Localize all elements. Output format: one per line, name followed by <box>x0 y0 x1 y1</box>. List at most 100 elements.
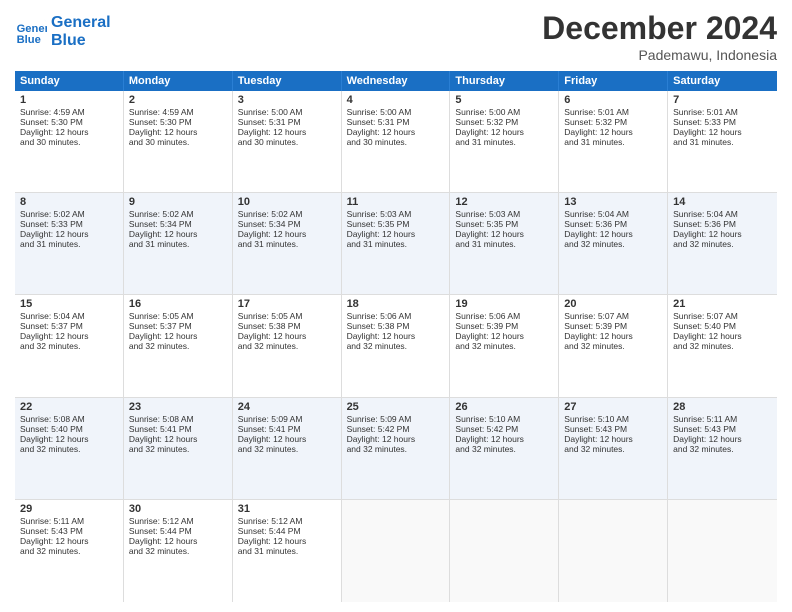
day-info-line: Sunset: 5:34 PM <box>129 219 227 229</box>
day-info-line: Sunset: 5:31 PM <box>347 117 445 127</box>
day-cell-20: 20Sunrise: 5:07 AMSunset: 5:39 PMDayligh… <box>559 295 668 396</box>
day-info-line: and 31 minutes. <box>673 137 772 147</box>
day-info-line: Daylight: 12 hours <box>455 434 553 444</box>
day-info-line: Daylight: 12 hours <box>238 127 336 137</box>
day-info-line: and 32 minutes. <box>20 444 118 454</box>
day-info-line: and 32 minutes. <box>347 341 445 351</box>
day-info-line: and 32 minutes. <box>238 444 336 454</box>
day-info-line: and 31 minutes. <box>455 239 553 249</box>
day-info-line: Sunset: 5:40 PM <box>673 321 772 331</box>
day-info-line: Sunrise: 5:09 AM <box>238 414 336 424</box>
day-info-line: Sunrise: 5:02 AM <box>238 209 336 219</box>
empty-cell <box>342 500 451 602</box>
day-number: 7 <box>673 94 772 106</box>
day-info-line: Daylight: 12 hours <box>455 229 553 239</box>
empty-cell <box>668 500 777 602</box>
day-cell-6: 6Sunrise: 5:01 AMSunset: 5:32 PMDaylight… <box>559 91 668 192</box>
calendar-row-4: 22Sunrise: 5:08 AMSunset: 5:40 PMDayligh… <box>15 398 777 500</box>
day-cell-13: 13Sunrise: 5:04 AMSunset: 5:36 PMDayligh… <box>559 193 668 294</box>
day-info-line: Daylight: 12 hours <box>347 331 445 341</box>
day-info-line: Sunset: 5:44 PM <box>129 526 227 536</box>
day-info-line: and 31 minutes. <box>20 239 118 249</box>
day-info-line: Sunset: 5:30 PM <box>129 117 227 127</box>
day-info-line: Sunrise: 5:03 AM <box>455 209 553 219</box>
title-block: December 2024 Pademawu, Indonesia <box>542 10 777 63</box>
day-number: 22 <box>20 401 118 413</box>
day-info-line: Daylight: 12 hours <box>455 331 553 341</box>
day-info-line: Sunset: 5:38 PM <box>347 321 445 331</box>
calendar-row-3: 15Sunrise: 5:04 AMSunset: 5:37 PMDayligh… <box>15 295 777 397</box>
day-info-line: and 32 minutes. <box>129 444 227 454</box>
day-number: 14 <box>673 196 772 208</box>
day-info-line: Sunset: 5:37 PM <box>129 321 227 331</box>
day-info-line: and 31 minutes. <box>564 137 662 147</box>
day-cell-29: 29Sunrise: 5:11 AMSunset: 5:43 PMDayligh… <box>15 500 124 602</box>
day-cell-9: 9Sunrise: 5:02 AMSunset: 5:34 PMDaylight… <box>124 193 233 294</box>
day-info-line: Sunset: 5:43 PM <box>564 424 662 434</box>
day-cell-11: 11Sunrise: 5:03 AMSunset: 5:35 PMDayligh… <box>342 193 451 294</box>
day-info-line: Daylight: 12 hours <box>455 127 553 137</box>
day-info-line: and 31 minutes. <box>238 239 336 249</box>
day-info-line: Sunrise: 5:11 AM <box>20 516 118 526</box>
day-info-line: Sunrise: 5:01 AM <box>673 107 772 117</box>
day-number: 26 <box>455 401 553 413</box>
day-info-line: Sunrise: 5:09 AM <box>347 414 445 424</box>
day-info-line: Sunrise: 5:02 AM <box>129 209 227 219</box>
day-number: 3 <box>238 94 336 106</box>
day-cell-30: 30Sunrise: 5:12 AMSunset: 5:44 PMDayligh… <box>124 500 233 602</box>
day-info-line: Sunset: 5:40 PM <box>20 424 118 434</box>
day-info-line: Daylight: 12 hours <box>129 229 227 239</box>
day-info-line: Sunrise: 5:02 AM <box>20 209 118 219</box>
svg-text:Blue: Blue <box>17 34 41 46</box>
day-number: 9 <box>129 196 227 208</box>
day-info-line: Daylight: 12 hours <box>20 331 118 341</box>
header-day-saturday: Saturday <box>668 71 777 91</box>
header-day-sunday: Sunday <box>15 71 124 91</box>
day-info-line: Sunrise: 4:59 AM <box>20 107 118 117</box>
day-info-line: Daylight: 12 hours <box>238 434 336 444</box>
day-info-line: and 30 minutes. <box>20 137 118 147</box>
day-cell-5: 5Sunrise: 5:00 AMSunset: 5:32 PMDaylight… <box>450 91 559 192</box>
logo-icon: General Blue <box>15 16 47 48</box>
day-info-line: and 32 minutes. <box>564 444 662 454</box>
day-number: 11 <box>347 196 445 208</box>
day-cell-25: 25Sunrise: 5:09 AMSunset: 5:42 PMDayligh… <box>342 398 451 499</box>
calendar: SundayMondayTuesdayWednesdayThursdayFrid… <box>15 71 777 602</box>
calendar-row-2: 8Sunrise: 5:02 AMSunset: 5:33 PMDaylight… <box>15 193 777 295</box>
page: General Blue General Blue December 2024 … <box>0 0 792 612</box>
day-info-line: Daylight: 12 hours <box>20 434 118 444</box>
day-info-line: Daylight: 12 hours <box>129 331 227 341</box>
day-info-line: and 31 minutes. <box>238 546 336 556</box>
day-number: 31 <box>238 503 336 515</box>
day-cell-19: 19Sunrise: 5:06 AMSunset: 5:39 PMDayligh… <box>450 295 559 396</box>
day-info-line: Sunset: 5:37 PM <box>20 321 118 331</box>
header-day-friday: Friday <box>559 71 668 91</box>
day-info-line: Daylight: 12 hours <box>129 127 227 137</box>
calendar-row-5: 29Sunrise: 5:11 AMSunset: 5:43 PMDayligh… <box>15 500 777 602</box>
day-info-line: Daylight: 12 hours <box>238 229 336 239</box>
day-info-line: Daylight: 12 hours <box>347 434 445 444</box>
day-info-line: Sunrise: 5:05 AM <box>129 311 227 321</box>
day-info-line: and 32 minutes. <box>455 341 553 351</box>
day-info-line: Daylight: 12 hours <box>129 434 227 444</box>
day-info-line: Daylight: 12 hours <box>238 331 336 341</box>
day-info-line: Sunrise: 5:08 AM <box>129 414 227 424</box>
header-day-monday: Monday <box>124 71 233 91</box>
day-number: 21 <box>673 298 772 310</box>
day-cell-22: 22Sunrise: 5:08 AMSunset: 5:40 PMDayligh… <box>15 398 124 499</box>
day-cell-18: 18Sunrise: 5:06 AMSunset: 5:38 PMDayligh… <box>342 295 451 396</box>
header: General Blue General Blue December 2024 … <box>15 10 777 63</box>
day-info-line: Sunrise: 4:59 AM <box>129 107 227 117</box>
day-info-line: Daylight: 12 hours <box>564 331 662 341</box>
day-number: 10 <box>238 196 336 208</box>
day-info-line: Daylight: 12 hours <box>564 127 662 137</box>
day-info-line: and 32 minutes. <box>564 239 662 249</box>
day-info-line: Sunset: 5:31 PM <box>238 117 336 127</box>
day-number: 19 <box>455 298 553 310</box>
day-cell-15: 15Sunrise: 5:04 AMSunset: 5:37 PMDayligh… <box>15 295 124 396</box>
day-number: 20 <box>564 298 662 310</box>
logo-line1: General <box>51 14 111 32</box>
day-number: 2 <box>129 94 227 106</box>
day-info-line: and 31 minutes. <box>347 239 445 249</box>
day-info-line: and 32 minutes. <box>129 546 227 556</box>
